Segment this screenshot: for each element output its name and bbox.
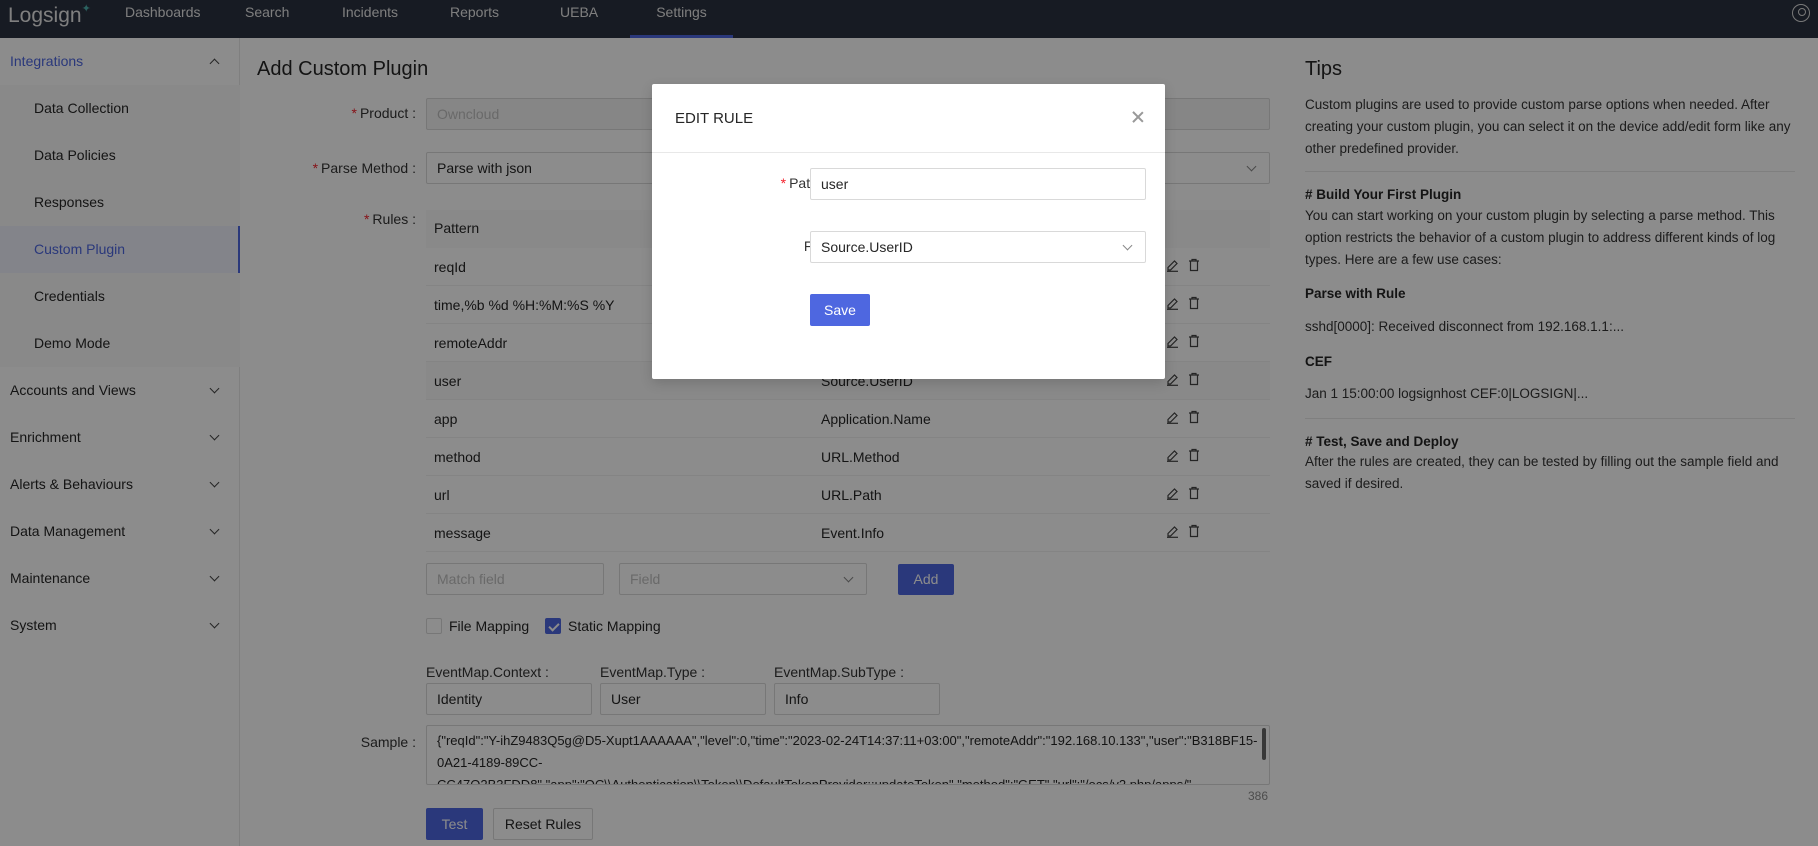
modal-title: EDIT RULE <box>675 110 754 127</box>
modal-pattern-input[interactable]: user <box>810 168 1146 200</box>
chevron-down-icon <box>1122 240 1133 251</box>
modal-field-select[interactable]: Source.UserID <box>810 231 1146 263</box>
modal-field-value: Source.UserID <box>821 239 913 255</box>
save-button[interactable]: Save <box>810 294 870 326</box>
modal-header: EDIT RULE <box>652 84 1165 153</box>
edit-rule-modal: EDIT RULE *Pattern : user Field : Source… <box>652 84 1165 379</box>
close-icon[interactable] <box>1131 110 1145 124</box>
